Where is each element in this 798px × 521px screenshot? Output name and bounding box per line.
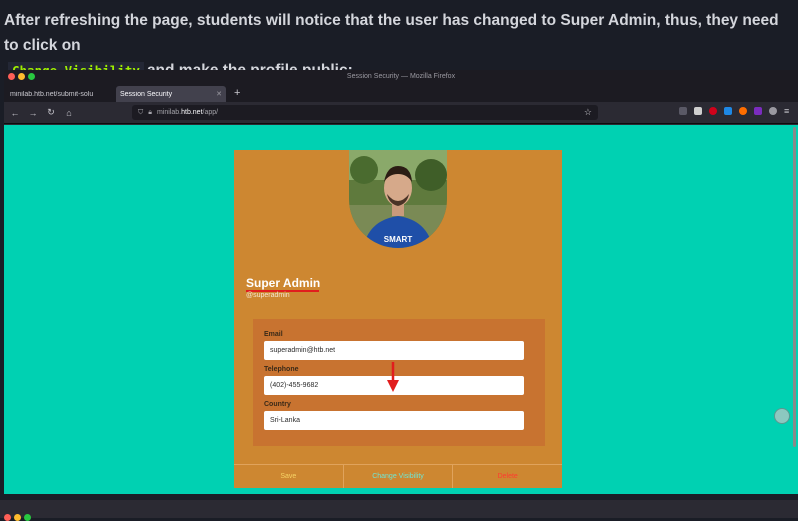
change-visibility-button[interactable]: Change Visibility [342, 465, 453, 488]
email-field[interactable]: superadmin@htb.net [264, 341, 524, 360]
window-titlebar: Session Security — Mozilla Firefox [4, 70, 798, 84]
tab-submit-solution[interactable]: minilab.htb.net/submit-solu [6, 86, 116, 102]
window-title: Session Security — Mozilla Firefox [346, 73, 456, 80]
save-button[interactable]: Save [234, 465, 343, 488]
menu-icon[interactable]: ≡ [784, 107, 792, 116]
extension-icon[interactable] [694, 107, 702, 115]
profile-card: SMART Super Admin @superadmin Email supe… [234, 150, 562, 488]
foxyproxy-icon[interactable] [739, 107, 747, 115]
url-path: /app/ [202, 109, 219, 116]
close-window-button[interactable] [8, 73, 15, 80]
browser-window: Session Security — Mozilla Firefox minil… [4, 70, 798, 494]
pocket-icon[interactable] [679, 107, 687, 115]
country-label: Country [264, 401, 291, 408]
profile-handle: @superadmin [246, 292, 290, 299]
close-tab-icon[interactable]: ✕ [216, 90, 222, 98]
url-host: htb.net [181, 109, 203, 116]
extension-icon[interactable] [724, 107, 732, 115]
lock-icon: 🔒︎ [148, 108, 152, 116]
extension-icon[interactable] [754, 107, 762, 115]
page-viewport: SMART Super Admin @superadmin Email supe… [4, 125, 798, 494]
delete-button[interactable]: Delete [452, 465, 562, 488]
home-icon[interactable]: ⌂ [62, 108, 76, 118]
tab-session-security[interactable]: Session Security ✕ [116, 86, 226, 102]
url-prefix: minilab. [156, 109, 182, 116]
tab-label: Session Security [120, 90, 173, 98]
email-label: Email [264, 331, 283, 338]
avatar: SMART [349, 150, 447, 248]
instruction-line1: After refreshing the page, students will… [4, 12, 779, 54]
settings-gear-icon[interactable] [769, 107, 777, 115]
forward-icon[interactable]: → [26, 108, 40, 118]
url-bar[interactable]: ⛉ 🔒︎ minilab.htb.net/app/ ☆ [132, 105, 598, 120]
tab-label: minilab.htb.net/submit-solu [10, 90, 94, 98]
profile-actions: Save Change Visibility Delete [234, 464, 562, 488]
avatar-photo: SMART [349, 150, 447, 248]
vertical-scrollbar[interactable] [793, 127, 796, 447]
instruction-text: After refreshing the page, students will… [0, 0, 798, 79]
bookmark-star-icon[interactable]: ☆ [584, 107, 592, 118]
new-tab-icon[interactable]: + [234, 85, 240, 101]
telephone-label: Telephone [264, 366, 299, 373]
nav-toolbar: ← → ↻ ⌂ ⛉ 🔒︎ minilab.htb.net/app/ ☆ ≡ [4, 102, 798, 124]
ublock-icon[interactable] [709, 107, 717, 115]
back-icon[interactable]: ← [8, 108, 22, 118]
profile-name: Super Admin [246, 276, 321, 290]
svg-text:SMART: SMART [384, 235, 413, 244]
reload-icon[interactable]: ↻ [44, 107, 58, 118]
extension-icons: ≡ [679, 107, 792, 116]
profile-info-box: Email superadmin@htb.net Telephone (402)… [253, 319, 545, 446]
chat-widget-icon[interactable] [774, 408, 790, 424]
shield-icon: ⛉ [138, 108, 144, 116]
minimize-window-button[interactable] [18, 73, 25, 80]
country-field[interactable]: Sri-Lanka [264, 411, 524, 430]
window-controls [8, 73, 35, 80]
next-screenshot-edge [0, 500, 798, 521]
url-text: minilab.htb.net/app/ [157, 109, 218, 116]
maximize-window-button[interactable] [28, 73, 35, 80]
tab-bar: minilab.htb.net/submit-solu Session Secu… [4, 84, 798, 102]
annotation-arrow-icon [387, 362, 399, 392]
